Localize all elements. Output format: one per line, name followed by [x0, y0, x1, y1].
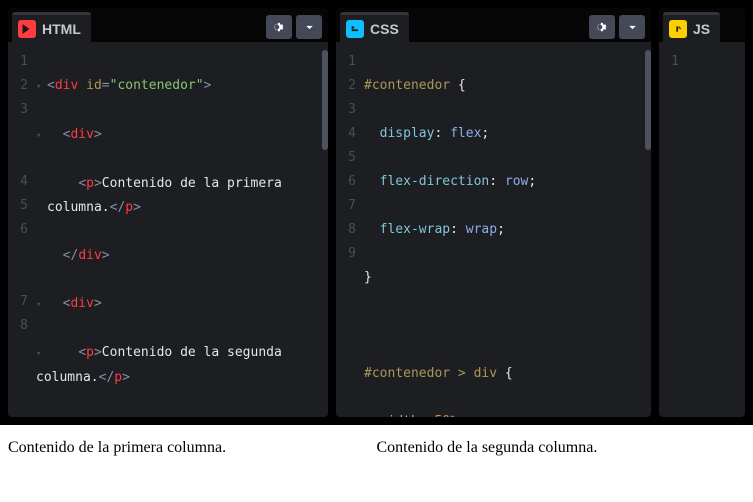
- editor-panels: HTML 123 456 78 ▾<div id="contenedor"> ▾…: [0, 0, 753, 425]
- html-code: ▾<div id="contenedor"> ▾ <div> <p>Conten…: [36, 50, 328, 409]
- js-editor[interactable]: 1: [659, 42, 745, 417]
- tab-html-title: HTML: [42, 21, 81, 37]
- css-icon: [346, 20, 364, 38]
- panel-html-header: HTML: [8, 8, 328, 42]
- tab-css-title: CSS: [370, 21, 399, 37]
- tab-html[interactable]: HTML: [12, 12, 91, 42]
- js-icon: [669, 20, 687, 38]
- tab-css[interactable]: CSS: [340, 12, 409, 42]
- js-code: [687, 50, 745, 409]
- css-editor[interactable]: 123456789 #contenedor { display: flex; f…: [336, 42, 651, 417]
- tab-js[interactable]: JS: [663, 12, 720, 42]
- css-gutter: 123456789: [336, 50, 364, 409]
- panel-css: CSS 123456789 #contenedor { display: fle…: [336, 8, 651, 417]
- preview-pane: Contenido de la primera columna. Conteni…: [0, 425, 753, 502]
- html-gutter: 123 456 78: [8, 50, 36, 409]
- settings-button[interactable]: [266, 15, 292, 39]
- css-code: #contenedor { display: flex; flex-direct…: [364, 50, 651, 409]
- preview-col-2: Contenido de la segunda columna.: [377, 439, 746, 488]
- panel-js-header: JS: [659, 8, 745, 42]
- chevron-down-icon: [303, 21, 316, 34]
- panel-css-header: CSS: [336, 8, 651, 42]
- html-editor[interactable]: 123 456 78 ▾<div id="contenedor"> ▾ <div…: [8, 42, 328, 417]
- gear-icon: [596, 21, 609, 34]
- panel-js: JS 1: [659, 8, 745, 417]
- preview-col-1: Contenido de la primera columna.: [8, 439, 377, 488]
- expand-button[interactable]: [296, 15, 322, 39]
- tab-js-title: JS: [693, 21, 710, 37]
- gear-icon: [273, 21, 286, 34]
- panel-html-actions: [266, 15, 322, 39]
- js-gutter: 1: [659, 50, 687, 409]
- panel-html: HTML 123 456 78 ▾<div id="contenedor"> ▾…: [8, 8, 328, 417]
- panel-css-actions: [589, 15, 645, 39]
- scrollbar[interactable]: [645, 50, 651, 150]
- expand-button[interactable]: [619, 15, 645, 39]
- settings-button[interactable]: [589, 15, 615, 39]
- scrollbar[interactable]: [322, 50, 328, 150]
- html-icon: [18, 20, 36, 38]
- chevron-down-icon: [626, 21, 639, 34]
